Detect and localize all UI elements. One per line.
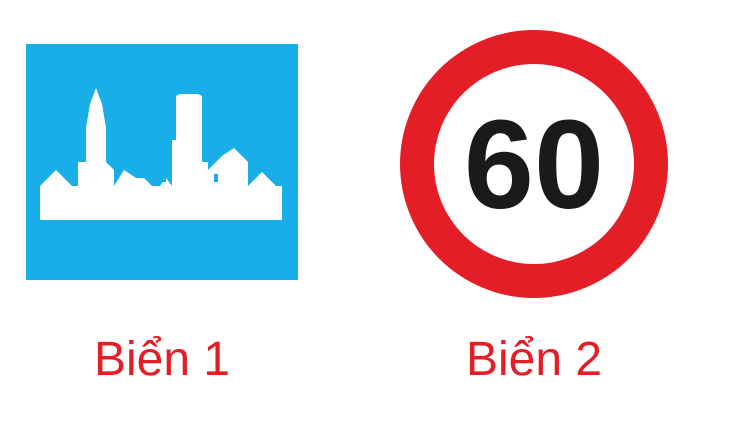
speed-limit-value: 60 xyxy=(464,94,604,235)
speed-limit-sign: 60 xyxy=(400,30,668,298)
sign-1-background xyxy=(26,44,298,280)
skyline-window xyxy=(162,174,166,182)
city-skyline-icon xyxy=(26,44,298,280)
skyline-window xyxy=(214,174,218,182)
sign-1-caption: Biển 1 xyxy=(93,333,231,386)
city-area-sign xyxy=(26,44,298,280)
sign-2-caption: Biển 2 xyxy=(465,333,603,386)
speed-limit-icon: 60 xyxy=(400,30,668,298)
